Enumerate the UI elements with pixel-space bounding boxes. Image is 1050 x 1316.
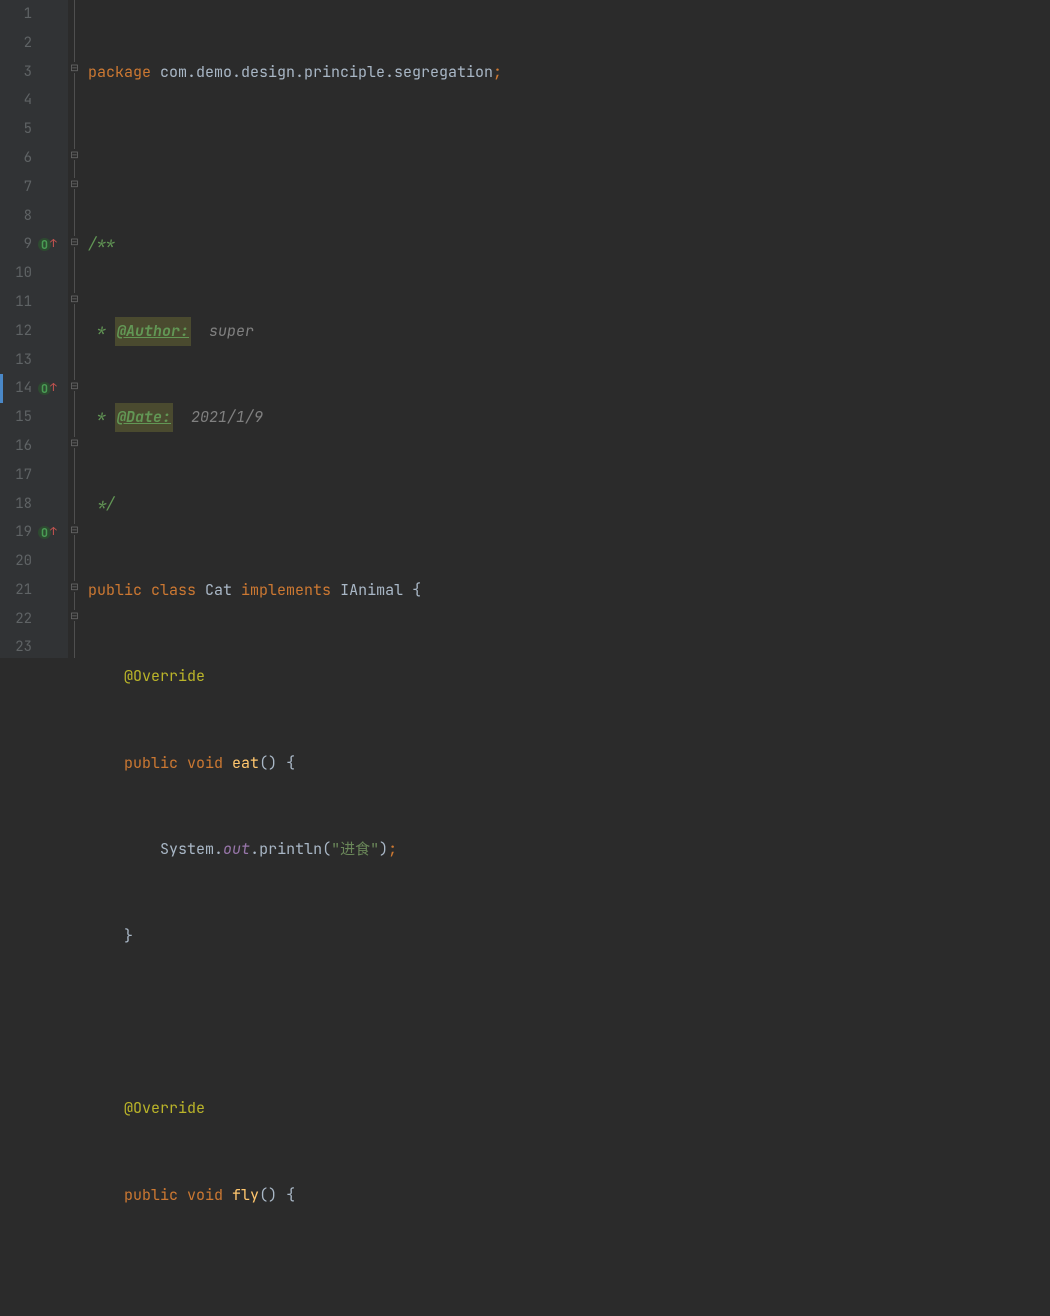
fold-toggle-icon[interactable]: ⊟ [69,437,80,448]
code-line[interactable]: @Override [88,662,1050,691]
method-fly: fly [232,1181,259,1210]
line-number: 1 [0,1,36,28]
javadoc-author-tag: @Author: [115,317,191,346]
line-number: 19 [0,519,36,546]
field-out: out [223,835,250,864]
line-number: 7 [0,174,36,201]
open-brace: { [286,1181,295,1210]
line-number: 10 [0,260,36,287]
code-line[interactable] [88,144,1050,173]
fold-toggle-icon[interactable]: ⊟ [69,293,80,304]
line-number: 9 [0,231,36,258]
line-number: 3 [0,59,36,86]
fold-toggle-icon[interactable]: ⊟ [69,524,80,535]
javadoc-star: * [88,403,115,432]
line-number: 8 [0,203,36,230]
keyword-public: public [124,1181,187,1210]
code-line[interactable]: } [88,922,1050,951]
line-number: 23 [0,634,36,661]
close-paren: ) [379,835,388,864]
javadoc-star: * [88,317,115,346]
code-line[interactable]: * @Author: super [88,317,1050,346]
line-number: 21 [0,577,36,604]
string-literal: "进食" [331,835,379,864]
override-gutter-icon[interactable]: O↑ [36,378,64,399]
active-line-stripe [0,374,3,403]
semicolon: ; [493,58,502,87]
javadoc-open: /** [88,230,115,259]
line-number: 20 [0,548,36,575]
line-number: 12 [0,318,36,345]
line-number: 6 [0,145,36,172]
open-brace: { [286,749,295,778]
line-number: 22 [0,606,36,633]
dot: . [250,835,259,864]
keyword-class: class [151,576,205,605]
code-line[interactable] [88,1008,1050,1037]
code-editor[interactable]: 1 2 3 4 5 6 7 8 9O↑ 10 11 12 13 14O↑ 15 … [0,0,1050,658]
code-line[interactable]: System.out.println("进食"); [88,835,1050,864]
code-line[interactable]: /** [88,230,1050,259]
dot: . [214,835,223,864]
open-paren: ( [322,835,331,864]
override-gutter-icon[interactable]: O↑ [36,522,64,543]
line-number: 15 [0,404,36,431]
code-line[interactable]: */ [88,490,1050,519]
override-gutter-icon[interactable]: O↑ [36,234,64,255]
line-number: 18 [0,491,36,518]
open-brace: { [412,576,421,605]
keyword-public: public [124,749,187,778]
gutter: 1 2 3 4 5 6 7 8 9O↑ 10 11 12 13 14O↑ 15 … [0,0,68,658]
line-number: 2 [0,30,36,57]
fold-toggle-icon[interactable]: ⊟ [69,236,80,247]
line-number: 17 [0,462,36,489]
parens: () [259,1181,286,1210]
code-line[interactable]: @Override [88,1094,1050,1123]
code-line[interactable]: * @Date: 2021/1/9 [88,403,1050,432]
line-number: 11 [0,289,36,316]
code-line[interactable]: public void fly() { [88,1181,1050,1210]
keyword-package: package [88,58,160,87]
line-number: 14 [0,375,36,402]
line-number: 13 [0,347,36,374]
class-name: Cat [205,576,241,605]
parens: () [259,749,286,778]
line-number: 16 [0,433,36,460]
code-line[interactable]: package com.demo.design.principle.segreg… [88,58,1050,87]
javadoc-date-value: 2021/1/9 [173,403,263,432]
fold-toggle-icon[interactable]: ⊟ [69,149,80,160]
code-line[interactable] [88,1267,1050,1296]
keyword-void: void [187,1181,232,1210]
javadoc-author-value: super [191,317,254,346]
package-path: com.demo.design.principle.segregation [160,58,493,87]
method-println: println [259,835,322,864]
keyword-implements: implements [241,576,340,605]
close-brace: } [124,922,133,951]
class-system: System [160,835,214,864]
keyword-public: public [88,576,151,605]
code-line[interactable]: public class Cat implements IAnimal { [88,576,1050,605]
javadoc-date-tag: @Date: [115,403,173,432]
keyword-void: void [187,749,232,778]
fold-toggle-icon[interactable]: ⊟ [69,178,80,189]
line-number: 5 [0,116,36,143]
fold-toggle-icon[interactable]: ⊟ [69,380,80,391]
javadoc-close: */ [88,490,115,519]
fold-toggle-icon[interactable]: ⊟ [69,610,80,621]
method-eat: eat [232,749,259,778]
annotation-override: @Override [124,662,205,691]
line-number: 4 [0,87,36,114]
code-area[interactable]: package com.demo.design.principle.segreg… [82,0,1050,658]
fold-toggle-icon[interactable]: ⊟ [69,581,80,592]
code-line[interactable]: public void eat() { [88,749,1050,778]
fold-column: ⊟ ⊟ ⊟ ⊟ ⊟ ⊟ ⊟ ⊟ ⊟ ⊟ [68,0,82,658]
semicolon: ; [388,835,397,864]
interface-name: IAnimal [340,576,412,605]
fold-toggle-icon[interactable]: ⊟ [69,62,80,73]
annotation-override: @Override [124,1094,205,1123]
